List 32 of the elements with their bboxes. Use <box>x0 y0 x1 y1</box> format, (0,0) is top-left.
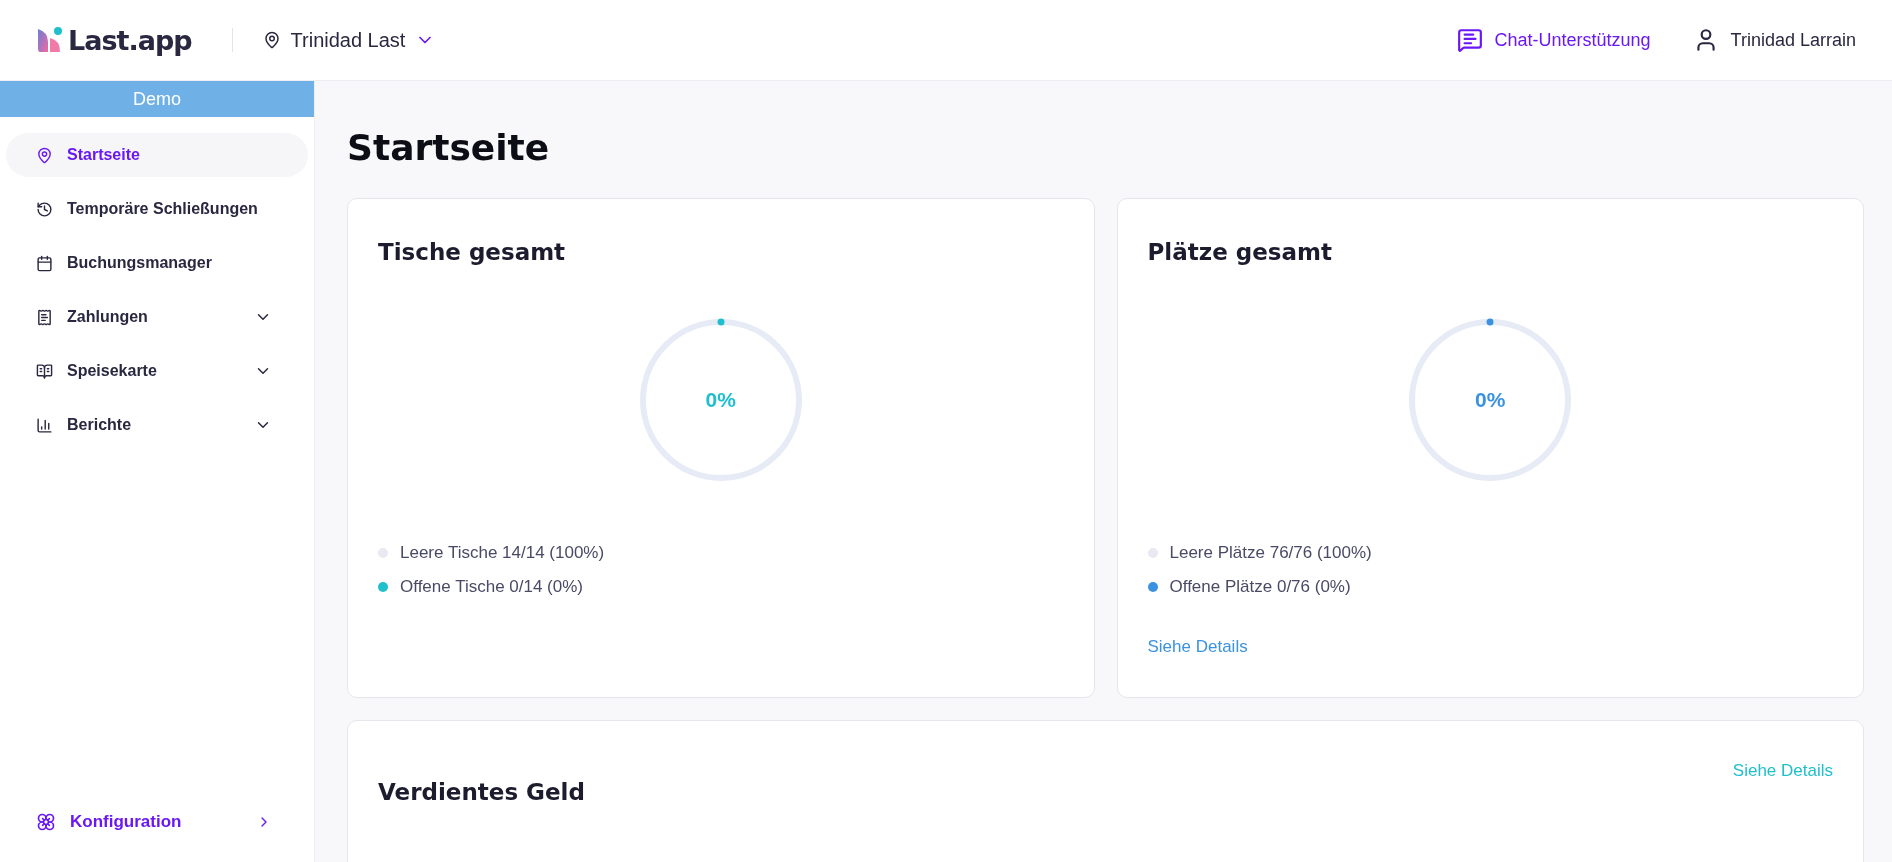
percent-value: 0% <box>705 388 736 412</box>
location-selector[interactable]: Trinidad Last <box>262 28 436 52</box>
bar-chart-icon <box>36 416 53 434</box>
legend-label: Offene Plätze 0/76 (0%) <box>1169 577 1351 597</box>
book-icon <box>36 362 53 380</box>
demo-banner: Demo <box>0 81 314 117</box>
calendar-icon <box>36 254 53 272</box>
sidebar-item[interactable]: Buchungsmanager <box>6 241 308 285</box>
location-pin-icon <box>262 31 281 49</box>
clock-icon <box>36 200 53 218</box>
sidebar-item[interactable]: Speisekarte <box>6 349 308 393</box>
chat-support-link[interactable]: Chat-Unterstützung <box>1456 27 1651 53</box>
pin-icon <box>36 146 53 164</box>
receipt-icon <box>36 308 53 326</box>
page-title: Startseite <box>347 127 551 168</box>
card-title: Plätze gesamt <box>1147 239 1333 265</box>
sidebar-item[interactable]: Temporäre Schließungen <box>6 187 308 231</box>
sidebar-item[interactable]: Startseite <box>6 133 308 177</box>
configuration-item[interactable]: Konfiguration <box>0 800 314 844</box>
card-title: Verdientes Geld <box>378 779 585 805</box>
legend-label: Leere Plätze 76/76 (100%) <box>1169 543 1372 563</box>
sidebar-item[interactable]: Zahlungen <box>6 295 308 339</box>
legend-label: Leere Tische 14/14 (100%) <box>400 543 605 563</box>
legend-label: Offene Tische 0/14 (0%) <box>400 577 583 597</box>
sidebar-item[interactable]: Berichte <box>6 403 308 447</box>
user-menu[interactable]: Trinidad Larrain <box>1692 27 1856 53</box>
settings-icon <box>36 812 56 832</box>
logo-text: Last.app <box>68 24 192 56</box>
percent-value: 0% <box>1475 388 1506 412</box>
card-title: Tische gesamt <box>378 239 567 265</box>
chat-icon <box>1456 27 1483 53</box>
logo-icon <box>36 26 64 54</box>
